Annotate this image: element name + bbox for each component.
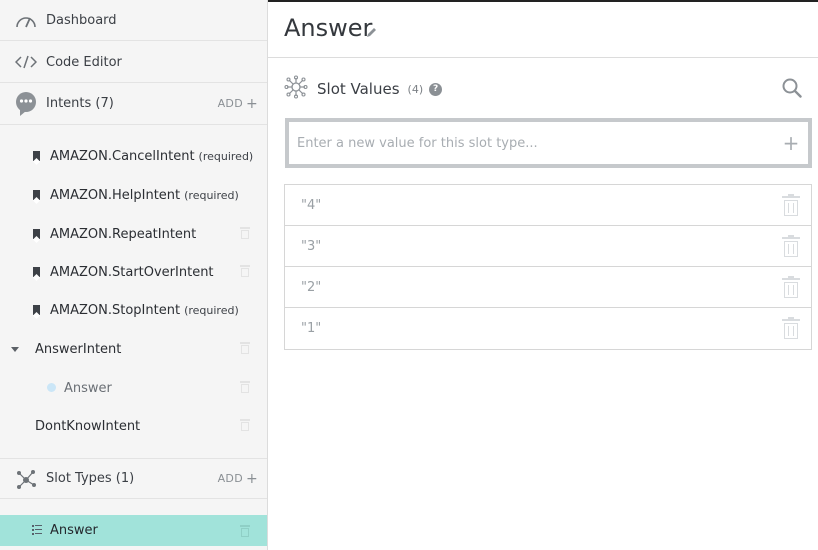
slot-value[interactable]: "4" <box>301 198 321 213</box>
required-tag: (required) <box>184 188 239 202</box>
bookmark-icon <box>33 267 40 277</box>
slot-values-list: "4" "3" "2" "1" <box>284 184 812 350</box>
header-divider <box>268 57 818 58</box>
slot-dot-icon <box>47 383 56 392</box>
help-icon[interactable]: ? <box>429 82 443 96</box>
new-value-field: + <box>285 118 812 168</box>
trash-icon[interactable] <box>782 317 800 339</box>
bookmark-icon <box>33 229 40 239</box>
sidebar-item-repeat-intent[interactable]: AMAZON.RepeatIntent <box>0 215 267 253</box>
intent-name: DontKnowIntent <box>35 418 141 434</box>
search-icon[interactable] <box>782 78 802 102</box>
sidebar-item-answer-intent[interactable]: AnswerIntent <box>0 330 267 368</box>
intent-name: AMAZON.StopIntent <box>50 302 181 318</box>
intents-header-label: Intents (7) <box>46 96 114 111</box>
code-icon <box>13 55 39 69</box>
network-icon <box>13 468 39 490</box>
trash-icon[interactable] <box>782 235 800 257</box>
sidebar-item-help-intent[interactable]: AMAZON.HelpIntent (required) <box>0 176 267 214</box>
intent-name: AnswerIntent <box>35 341 122 357</box>
add-slot-type-label: ADD <box>217 472 243 485</box>
sidebar: Dashboard Code Editor Intents (7) ADD + … <box>0 0 268 550</box>
slot-types-header-label: Slot Types (1) <box>46 471 135 486</box>
sidebar-item-stop-intent[interactable]: AMAZON.StopIntent (required) <box>0 291 267 329</box>
intent-name: AMAZON.StartOverIntent <box>50 264 214 280</box>
intent-name: AMAZON.RepeatIntent <box>50 226 197 242</box>
pencil-icon[interactable] <box>366 23 378 42</box>
trash-icon[interactable] <box>240 265 250 277</box>
list-item: "3" <box>285 226 811 267</box>
slot-value[interactable]: "3" <box>301 239 321 254</box>
list-icon <box>32 525 42 535</box>
sidebar-item-label: Dashboard <box>46 12 117 28</box>
bookmark-icon <box>33 190 40 200</box>
required-tag: (required) <box>184 303 239 317</box>
add-intent-label: ADD <box>217 97 243 110</box>
add-value-icon[interactable]: + <box>780 133 802 153</box>
bookmark-icon <box>33 151 40 161</box>
sidebar-item-cancel-intent[interactable]: AMAZON.CancelIntent (required) <box>0 137 267 175</box>
intent-name: AMAZON.HelpIntent <box>50 187 181 203</box>
section-count: (4) <box>407 82 424 96</box>
list-item: "2" <box>285 267 811 308</box>
plus-icon: + <box>245 95 258 112</box>
slot-values-header: Slot Values (4) ? <box>284 75 443 103</box>
caret-down-icon[interactable] <box>11 347 19 352</box>
slot-values-icon <box>284 75 308 103</box>
new-value-input[interactable] <box>289 135 780 151</box>
sidebar-item-label: Code Editor <box>46 54 122 70</box>
list-item: "1" <box>285 308 811 349</box>
intent-name: AMAZON.CancelIntent <box>50 148 195 164</box>
add-slot-type-button[interactable]: ADD + <box>218 472 258 486</box>
sidebar-item-startover-intent[interactable]: AMAZON.StartOverIntent <box>0 253 267 291</box>
sidebar-item-answer-slot-type[interactable]: Answer <box>0 515 267 546</box>
bookmark-icon <box>33 305 40 315</box>
slot-value[interactable]: "1" <box>301 321 321 336</box>
main-panel: Answer Slot Values (4) ? + "4" "3" "2" <box>268 0 818 550</box>
slot-value[interactable]: "2" <box>301 280 321 295</box>
sidebar-item-answer-slot[interactable]: Answer <box>0 369 267 407</box>
sidebar-item-dashboard[interactable]: Dashboard <box>0 0 267 41</box>
trash-icon[interactable] <box>782 276 800 298</box>
trash-icon[interactable] <box>240 419 250 431</box>
add-intent-button[interactable]: ADD + <box>218 97 258 111</box>
speech-head-icon <box>13 91 39 117</box>
gauge-icon <box>13 12 39 28</box>
sidebar-item-code-editor[interactable]: Code Editor <box>0 42 267 83</box>
page-title: Answer <box>284 14 373 42</box>
plus-icon: + <box>245 470 258 487</box>
sidebar-item-dontknow-intent[interactable]: DontKnowIntent <box>0 407 267 445</box>
section-title: Slot Values <box>317 80 400 98</box>
required-tag: (required) <box>198 149 254 163</box>
trash-icon[interactable] <box>240 525 250 537</box>
intents-header: Intents (7) ADD + <box>0 83 267 125</box>
slot-types-header: Slot Types (1) ADD + <box>0 458 267 499</box>
trash-icon[interactable] <box>240 227 250 239</box>
trash-icon[interactable] <box>240 381 250 393</box>
slot-name: Answer <box>64 380 112 396</box>
list-item: "4" <box>285 185 811 226</box>
trash-icon[interactable] <box>240 342 250 354</box>
trash-icon[interactable] <box>782 194 800 216</box>
slot-type-name: Answer <box>50 523 98 538</box>
